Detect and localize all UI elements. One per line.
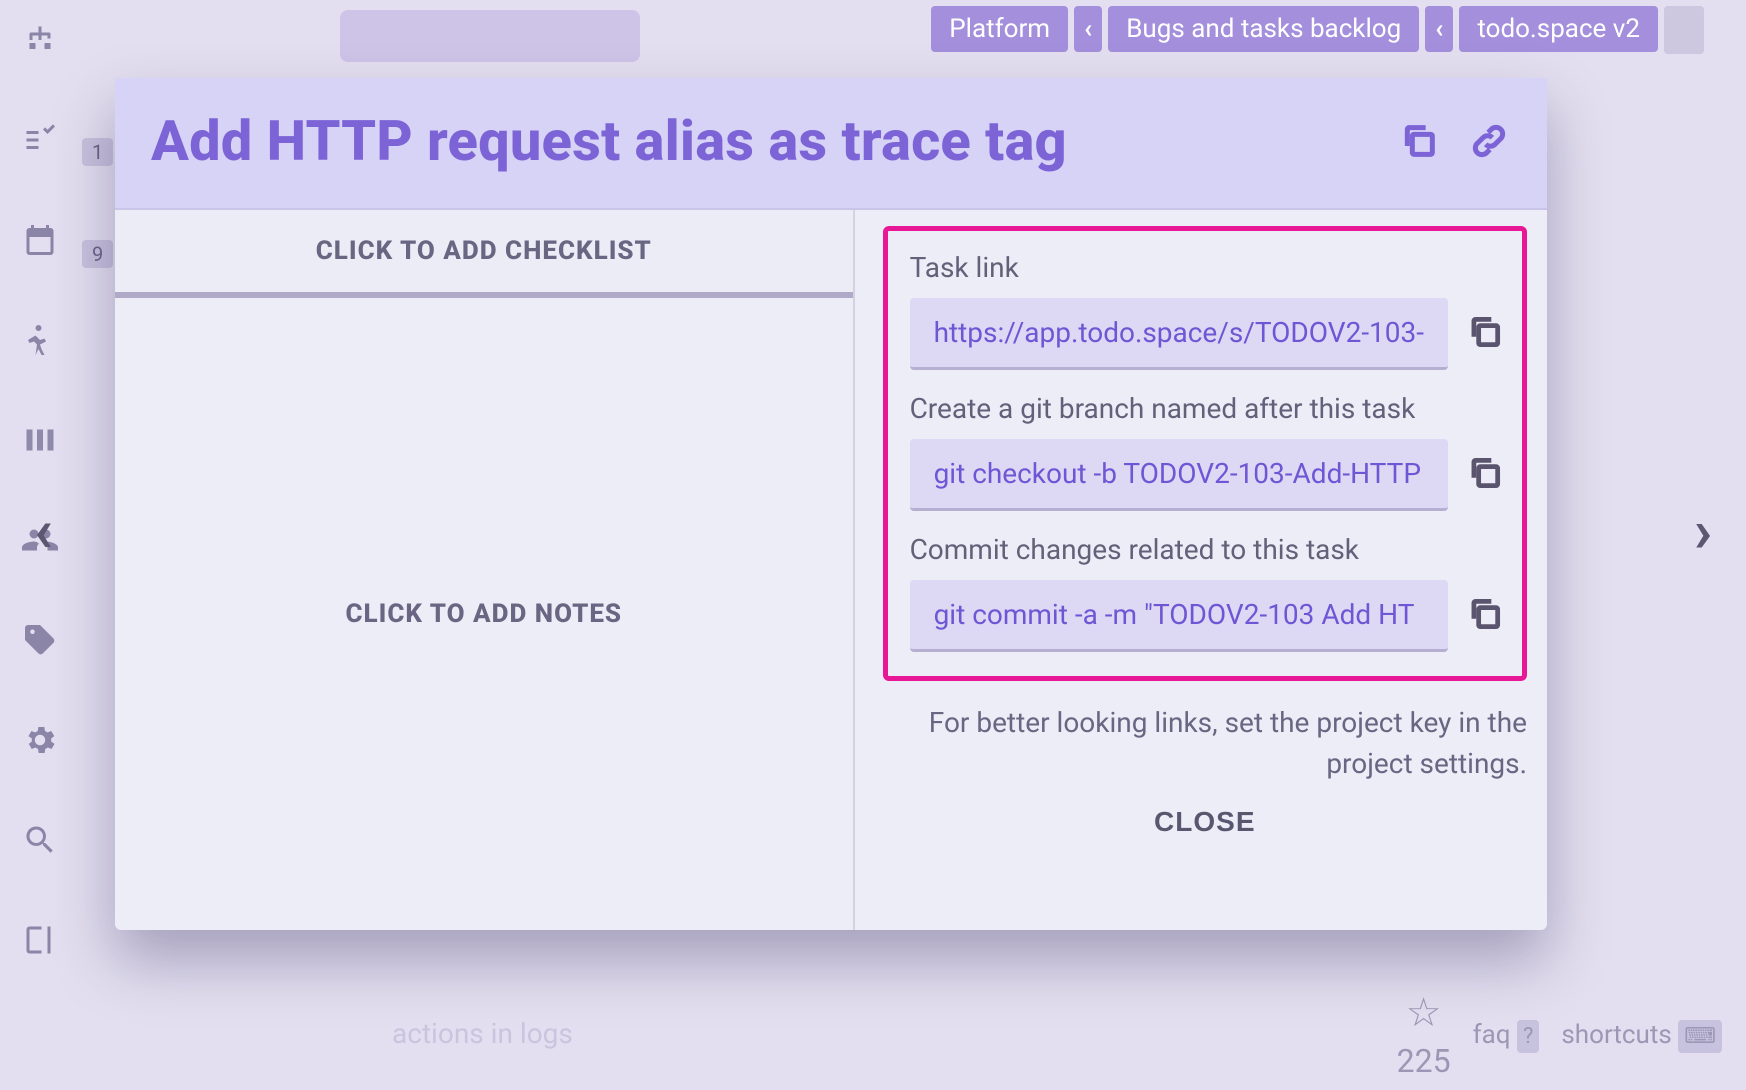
- copy-icon[interactable]: [1397, 119, 1441, 163]
- modal-left-column: CLICK TO ADD CHECKLIST CLICK TO ADD NOTE…: [115, 210, 855, 930]
- task-link-value[interactable]: https://app.todo.space/s/TODOV2-103-: [910, 298, 1448, 370]
- crumb-sep-1[interactable]: ‹: [1074, 6, 1102, 52]
- footer-hints: ☆ 225 faq ? shortcuts ⌨: [1397, 989, 1722, 1080]
- git-branch-value[interactable]: git checkout -b TODOV2-103-Add-HTTP: [910, 439, 1448, 511]
- git-commit-label: Commit changes related to this task: [910, 533, 1504, 566]
- task-link-label: Task link: [910, 251, 1504, 284]
- task-modal: Add HTTP request alias as trace tag CLIC…: [115, 78, 1547, 930]
- link-icon[interactable]: [1467, 119, 1511, 163]
- git-branch-group: Create a git branch named after this tas…: [910, 392, 1504, 511]
- modal-header: Add HTTP request alias as trace tag: [115, 78, 1547, 210]
- snippet-highlight-box: Task link https://app.todo.space/s/TODOV…: [883, 226, 1527, 681]
- add-notes-placeholder[interactable]: CLICK TO ADD NOTES: [115, 298, 853, 930]
- crumb-sep-2[interactable]: ‹: [1425, 6, 1453, 52]
- modal-title: Add HTTP request alias as trace tag: [151, 108, 1371, 174]
- close-button[interactable]: CLOSE: [1154, 806, 1255, 838]
- add-checklist-placeholder[interactable]: CLICK TO ADD CHECKLIST: [115, 210, 853, 298]
- git-commit-group: Commit changes related to this task git …: [910, 533, 1504, 652]
- calendar-badge: 9: [82, 240, 113, 268]
- copy-branch-button[interactable]: [1466, 454, 1504, 496]
- tasks-badge: 1: [82, 138, 113, 166]
- git-commit-value[interactable]: git commit -a -m "TODOV2-103 Add HT: [910, 580, 1448, 652]
- modal-right-column: Task link https://app.todo.space/s/TODOV…: [855, 210, 1547, 930]
- tag-icon[interactable]: [20, 620, 60, 660]
- settings-hint-text: For better looking links, set the projec…: [883, 703, 1527, 784]
- calendar-icon[interactable]: [20, 220, 60, 260]
- search-icon[interactable]: [20, 820, 60, 860]
- checklist-icon[interactable]: [20, 120, 60, 160]
- person-run-icon[interactable]: [20, 320, 60, 360]
- crumb-project[interactable]: todo.space v2: [1459, 6, 1658, 52]
- crumb-platform[interactable]: Platform: [931, 6, 1068, 52]
- nav-next-arrow[interactable]: ›: [1694, 495, 1712, 566]
- background-card: [340, 10, 640, 62]
- git-branch-label: Create a git branch named after this tas…: [910, 392, 1504, 425]
- gear-icon[interactable]: [20, 720, 60, 760]
- partial-chip: [1664, 6, 1704, 54]
- copy-task-link-button[interactable]: [1466, 313, 1504, 355]
- sitemap-icon[interactable]: [20, 20, 60, 60]
- star-count: 225: [1397, 1042, 1451, 1080]
- crumb-backlog[interactable]: Bugs and tasks backlog: [1108, 6, 1419, 52]
- columns-icon[interactable]: [20, 420, 60, 460]
- nav-prev-arrow[interactable]: ‹: [34, 495, 53, 566]
- star-icon[interactable]: ☆: [1406, 989, 1442, 1036]
- background-card-text: actions in logs: [392, 1017, 573, 1050]
- task-link-group: Task link https://app.todo.space/s/TODOV…: [910, 251, 1504, 370]
- copy-commit-button[interactable]: [1466, 595, 1504, 637]
- breadcrumb: Platform ‹ Bugs and tasks backlog ‹ todo…: [931, 6, 1658, 52]
- door-exit-icon[interactable]: [20, 920, 60, 960]
- shortcuts-link[interactable]: shortcuts ⌨: [1561, 1020, 1722, 1050]
- faq-link[interactable]: faq ?: [1473, 1020, 1540, 1050]
